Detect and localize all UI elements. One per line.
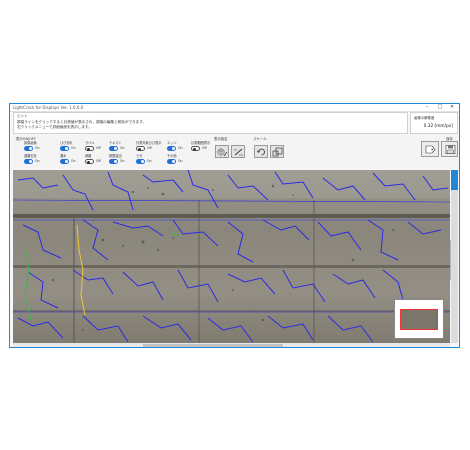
toggle-label-display[interactable]: ラベル Off [85,140,111,152]
concrete-surface-image [13,170,450,343]
toggle-rebar-exposure[interactable]: 鉄筋露出 On [109,153,135,165]
tag-icon [425,145,436,154]
side-panel-tab[interactable] [451,170,458,190]
save-icon [445,145,456,154]
toggle-crack[interactable]: ひび割れ On [60,140,86,152]
fit-view-button[interactable] [270,145,284,158]
scale-label: スケール [253,137,267,141]
minimap[interactable] [394,299,444,339]
toggle-state: On [120,159,125,163]
toggle-measure-range[interactable]: 計測範囲表示 Off [191,140,217,152]
toggle-state: On [120,146,125,150]
toggle-efflorescence[interactable]: 遊離石灰 On [24,153,50,165]
close-button[interactable]: ✕ [446,104,458,111]
toggle-state: Off [147,146,152,150]
toggle-label: テキスト [109,141,122,145]
toggle-switch[interactable] [167,146,176,151]
title-bar: LightCrack for Displays Ver. 1.0.0.0 – □… [10,104,459,112]
toggle-switch[interactable] [85,159,94,164]
minimize-button[interactable]: – [421,104,433,111]
minimap-view-frame[interactable] [400,309,438,330]
toggle-label: 鉄筋露出 [109,154,122,158]
toggle-label: 計測対象ひび表示 [136,141,162,145]
toggle-state: Off [96,159,101,163]
toggle-other[interactable]: その他 On [167,153,193,165]
toggle-label: ひび割れ [60,141,73,145]
resolution-panel: 画像の解像度 0.32 [mm/px] [410,112,458,134]
toggle-spalling[interactable]: 剥離 Off [85,153,111,165]
toggle-switch[interactable] [24,159,33,164]
window-title: LightCrack for Displays Ver. 1.0.0.0 [13,105,84,110]
toggle-state: Off [202,146,207,150]
hint-panel: ヒント 損傷ラインをクリックすると計測値が表示され、損傷の編集と削除ができます。… [13,112,408,134]
hint-line-1: 損傷ラインをクリックすると計測値が表示され、損傷の編集と削除ができます。 [17,119,147,124]
toggle-delamination[interactable]: うき On [136,153,162,165]
toggle-label: 遊離石灰 [24,154,37,158]
palette-icon [217,148,228,157]
horizontal-scroll-thumb[interactable] [143,343,283,347]
toggle-switch[interactable] [85,146,94,151]
control-panel: 表示ON/OFF 損傷画像 On ひび割れ On ラベル Off テキスト On… [13,135,458,169]
hint-title: ヒント [17,114,28,118]
toggle-switch[interactable] [24,146,33,151]
image-viewport[interactable] [13,170,450,343]
resolution-label: 画像の解像度 [414,116,435,120]
toggle-switch[interactable] [60,146,69,151]
toggle-state: On [71,159,76,163]
toggle-switch[interactable] [191,146,200,151]
export-button[interactable] [421,141,439,157]
toggle-switch[interactable] [109,146,118,151]
toggle-state: On [35,146,40,150]
toggle-edge[interactable]: エッジ On [167,140,193,152]
toggle-label: エッジ [167,141,177,145]
toggle-switch[interactable] [167,159,176,164]
hint-line-2: 右クリックメニューで詳細画面を表示します。 [17,125,92,129]
horizontal-scrollbar[interactable] [13,343,450,347]
toggle-state: On [35,159,40,163]
toggle-state: Off [96,146,101,150]
toggle-state: On [178,146,183,150]
app-window: LightCrack for Displays Ver. 1.0.0.0 – □… [9,103,460,348]
toggle-switch[interactable] [109,159,118,164]
maximize-button[interactable]: □ [434,104,446,111]
toggle-state: On [71,146,76,150]
toggle-state: On [178,159,183,163]
toggle-switch[interactable] [60,159,69,164]
resolution-value: 0.32 [mm/px] [423,124,453,129]
pen-icon [234,148,243,156]
toggle-label: 剥離 [85,154,92,158]
toggle-state: On [147,159,152,163]
rotate-button[interactable] [254,145,268,158]
line-width-button[interactable] [231,145,245,158]
toggle-label: ラベル [85,141,95,145]
display-setting-button[interactable] [215,145,229,158]
save-button[interactable] [441,141,458,157]
display-setting-label: 表示設定 [214,137,228,141]
rotate-icon [257,148,265,156]
right-side-panel [451,170,458,343]
toggle-measure-target[interactable]: 計測対象ひび表示 Off [136,140,162,152]
toggle-label: うき [136,154,143,158]
toggle-label: その他 [167,154,177,158]
toggle-switch[interactable] [136,146,145,151]
resize-icon [272,147,283,157]
toggle-text[interactable]: テキスト On [109,140,135,152]
toggle-damage-image[interactable]: 損傷画像 On [24,140,50,152]
toggle-leakage[interactable]: 漏水 On [60,153,86,165]
toggle-switch[interactable] [136,159,145,164]
toggle-label: 漏水 [60,154,67,158]
toggle-label: 損傷画像 [24,141,37,145]
toggle-label: 計測範囲表示 [191,141,211,145]
